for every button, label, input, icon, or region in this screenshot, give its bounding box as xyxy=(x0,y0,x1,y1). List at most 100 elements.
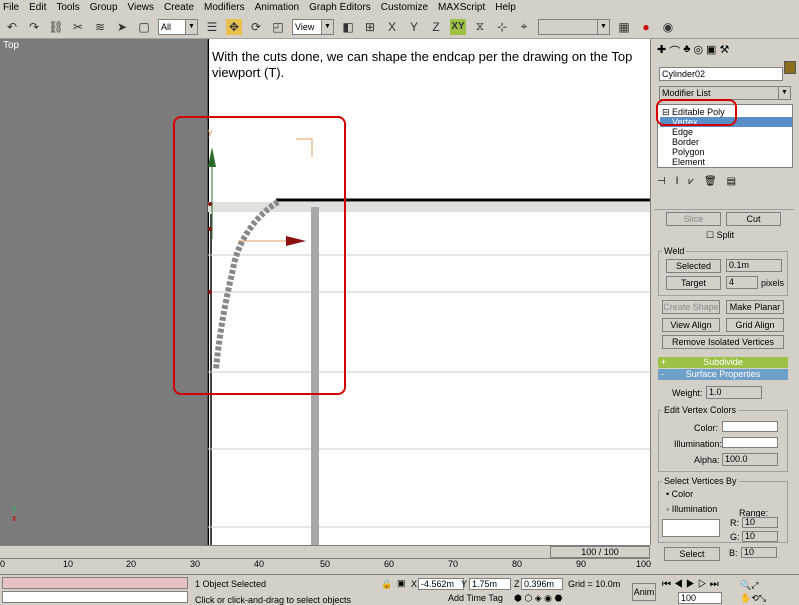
unlink-icon[interactable]: ✂ xyxy=(70,19,86,35)
alpha-spinner[interactable]: 100.0 xyxy=(722,453,778,466)
quick-render-icon[interactable]: ◉ xyxy=(660,19,676,35)
make-planar-button[interactable]: Make Planar xyxy=(726,300,784,314)
range-g-spinner[interactable]: 10 xyxy=(742,531,778,542)
selection-filter-dropdown[interactable]: All ▼ xyxy=(158,18,198,35)
range-r-spinner[interactable]: 10 xyxy=(742,517,778,528)
weight-spinner[interactable]: 1.0 xyxy=(706,386,762,399)
remove-modifier-icon[interactable]: 🗑 xyxy=(704,176,717,190)
time-slider[interactable]: 100 / 100 xyxy=(0,545,650,558)
slice-button[interactable]: Slice xyxy=(666,212,721,226)
view-align-button[interactable]: View Align xyxy=(662,318,720,332)
material-editor-icon[interactable]: ▦ xyxy=(616,19,632,35)
menu-customize[interactable]: Customize xyxy=(381,2,428,13)
illumination-swatch[interactable] xyxy=(722,437,778,448)
animate-button[interactable]: Anim xyxy=(632,583,656,601)
move-icon[interactable]: ✥ xyxy=(226,18,242,35)
time-slider-frame[interactable]: 100 / 100 xyxy=(550,546,650,558)
split-checkbox[interactable]: ☐ Split xyxy=(706,230,734,241)
undo-icon[interactable]: ↶ xyxy=(4,19,20,35)
make-unique-icon[interactable]: ⩗ xyxy=(688,176,694,190)
named-selection-dropdown[interactable]: ▼ xyxy=(538,18,610,35)
stack-item-edge[interactable]: Edge xyxy=(660,127,792,137)
menu-maxscript[interactable]: MAXScript xyxy=(438,2,485,13)
xy-plane-button[interactable]: XY xyxy=(450,18,466,35)
zoom-icon[interactable]: 🔍⤢ xyxy=(740,580,758,591)
select-region-icon[interactable]: ▢ xyxy=(136,19,152,35)
reference-coordinate-dropdown[interactable]: View ▼ xyxy=(292,18,334,35)
create-tab-icon[interactable]: ✚ xyxy=(657,43,666,59)
snap-icon[interactable]: ⌖ xyxy=(516,19,532,35)
pan-icon[interactable]: ✋⟲⤡ xyxy=(740,593,766,604)
bind-space-warp-icon[interactable]: ≋ xyxy=(92,19,108,35)
track-bar[interactable]: 0 10 20 30 40 50 60 70 80 90 100 xyxy=(0,558,651,574)
grid-align-button[interactable]: Grid Align xyxy=(726,318,784,332)
target-weld-button[interactable]: Target xyxy=(666,276,721,290)
current-frame-field[interactable]: 100 xyxy=(678,592,722,604)
menu-tools[interactable]: Tools xyxy=(56,2,79,13)
mirror-icon[interactable]: ⧖ xyxy=(472,19,488,35)
hierarchy-tab-icon[interactable]: ♣ xyxy=(683,43,690,59)
menu-create[interactable]: Create xyxy=(164,2,194,13)
tick-10: 10 xyxy=(63,559,74,569)
weld-selected-button[interactable]: Selected xyxy=(666,259,721,273)
x-coordinate-field[interactable]: -4.562m xyxy=(418,578,464,590)
range-b-spinner[interactable]: 10 xyxy=(741,547,777,558)
lock-selection-icon[interactable]: 🔒 xyxy=(381,579,392,590)
cut-button[interactable]: Cut xyxy=(726,212,781,226)
configure-modifier-sets-icon[interactable]: ▤ xyxy=(727,176,736,190)
x-axis-icon[interactable]: X xyxy=(384,19,400,35)
menu-edit[interactable]: Edit xyxy=(29,2,46,13)
menu-views[interactable]: Views xyxy=(128,2,155,13)
menu-graph-editors[interactable]: Graph Editors xyxy=(309,2,371,13)
radio-illumination[interactable]: ◦ Illumination xyxy=(666,504,717,514)
modifier-list-dropdown[interactable]: Modifier List ▼ xyxy=(659,86,791,100)
menu-group[interactable]: Group xyxy=(90,2,118,13)
object-color-swatch[interactable] xyxy=(784,61,796,74)
menu-file[interactable]: File xyxy=(3,2,19,13)
link-icon[interactable]: ⛓ xyxy=(48,19,64,35)
absolute-mode-icon[interactable]: ▣ xyxy=(397,578,406,589)
display-tab-icon[interactable]: ▣ xyxy=(706,43,716,59)
object-name-field[interactable]: Cylinder02 xyxy=(659,67,783,81)
target-pixels-spinner[interactable]: 4 xyxy=(726,276,758,289)
create-shape-button[interactable]: Create Shape xyxy=(662,300,720,314)
align-icon[interactable]: ⊹ xyxy=(494,19,510,35)
radio-color[interactable]: • Color xyxy=(666,489,693,499)
pivot-center-icon[interactable]: ◧ xyxy=(340,19,356,35)
modify-tab-icon[interactable]: ⌒ xyxy=(669,43,680,59)
weld-threshold-spinner[interactable]: 0.1m xyxy=(726,259,782,272)
utilities-tab-icon[interactable]: ⚒ xyxy=(719,43,729,59)
select-button[interactable]: Select xyxy=(664,547,720,561)
stack-item-border[interactable]: Border xyxy=(660,137,792,147)
scale-icon[interactable]: ◰ xyxy=(270,19,286,35)
viewport-label[interactable]: Top xyxy=(3,40,19,51)
redo-icon[interactable]: ↷ xyxy=(26,19,42,35)
z-axis-icon[interactable]: Z xyxy=(428,19,444,35)
z-coordinate-field[interactable]: 0.396m xyxy=(521,578,563,590)
surface-properties-rollout-header[interactable]: - Surface Properties xyxy=(658,369,788,380)
motion-tab-icon[interactable]: ◎ xyxy=(693,43,703,59)
select-by-name-icon[interactable]: ☰ xyxy=(204,19,220,35)
y-axis-icon[interactable]: Y xyxy=(406,19,422,35)
show-end-result-icon[interactable]: ǀ xyxy=(676,176,679,190)
remove-isolated-vertices-button[interactable]: Remove Isolated Vertices xyxy=(662,335,784,349)
stack-item-polygon[interactable]: Polygon xyxy=(660,147,792,157)
manipulate-icon[interactable]: ⊞ xyxy=(362,19,378,35)
pin-stack-icon[interactable]: ⊣ xyxy=(657,176,666,190)
maxscript-input[interactable] xyxy=(2,591,188,603)
select-color-swatch[interactable] xyxy=(662,519,720,537)
menu-help[interactable]: Help xyxy=(495,2,516,13)
maxscript-listener[interactable] xyxy=(2,577,188,589)
vertex-color-swatch[interactable] xyxy=(722,421,778,432)
y-coordinate-field[interactable]: 1.75m xyxy=(469,578,511,590)
select-object-icon[interactable]: ➤ xyxy=(114,19,130,35)
rotate-icon[interactable]: ⟳ xyxy=(248,19,264,35)
menu-animation[interactable]: Animation xyxy=(255,2,299,13)
render-scene-icon[interactable]: ● xyxy=(638,19,654,35)
snap-toggle-icon[interactable]: ⬢ ⬡ ◈ ◉ ⬣ xyxy=(514,593,562,604)
menu-modifiers[interactable]: Modifiers xyxy=(204,2,245,13)
stack-item-element[interactable]: Element xyxy=(660,157,792,167)
playback-controls[interactable]: ⏮◀▶▷⏭ xyxy=(662,579,722,590)
subdivide-rollout-header[interactable]: + Subdivide xyxy=(658,357,788,368)
add-time-tag[interactable]: Add Time Tag xyxy=(448,593,503,603)
